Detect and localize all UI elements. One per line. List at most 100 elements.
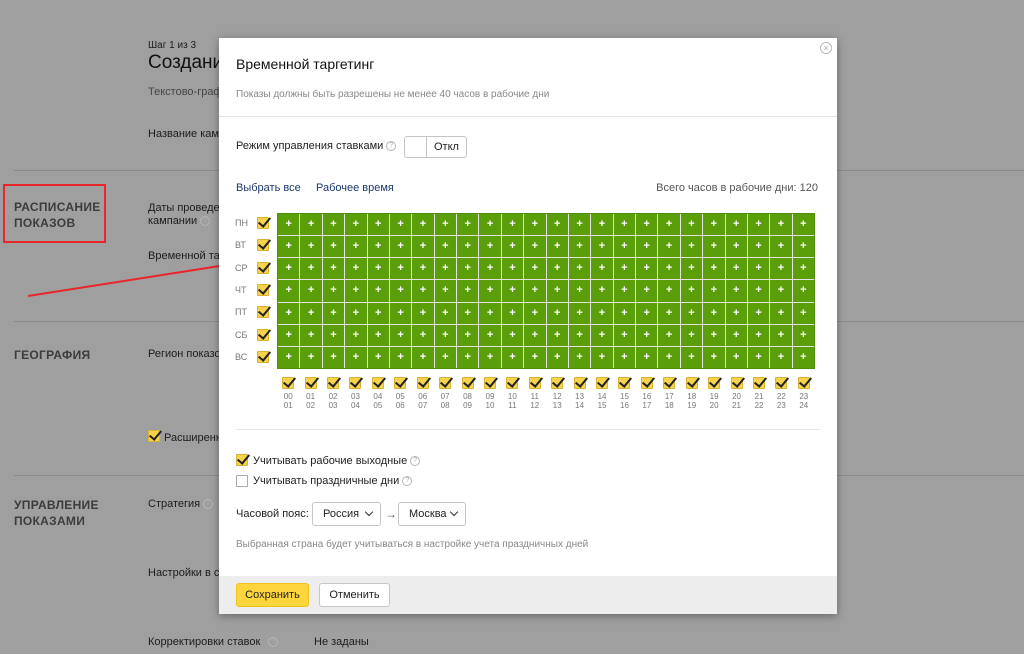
hour-cell[interactable]: + <box>703 346 725 368</box>
hour-cell[interactable]: + <box>613 346 635 368</box>
hour-cell[interactable]: + <box>703 214 725 236</box>
hour-cell[interactable]: + <box>300 280 322 302</box>
hour-cell[interactable]: + <box>636 280 658 302</box>
hour-cell[interactable]: + <box>546 236 568 258</box>
hour-cell[interactable]: + <box>658 214 680 236</box>
hour-checkbox[interactable] <box>618 377 631 389</box>
hour-cell[interactable]: + <box>278 280 300 302</box>
hour-cell[interactable]: + <box>345 214 367 236</box>
hour-cell[interactable]: + <box>412 280 434 302</box>
hour-cell[interactable]: + <box>770 258 792 280</box>
hour-cell[interactable]: + <box>613 258 635 280</box>
consider-workdays-checkbox[interactable] <box>236 454 248 466</box>
hour-checkbox[interactable] <box>775 377 788 389</box>
hour-cell[interactable]: + <box>747 324 770 346</box>
hour-cell[interactable]: + <box>568 258 591 280</box>
hour-cell[interactable]: + <box>479 236 501 258</box>
hour-cell[interactable]: + <box>725 324 747 346</box>
hour-cell[interactable]: + <box>792 258 814 280</box>
day-checkbox[interactable] <box>257 328 269 341</box>
hour-checkbox[interactable] <box>797 377 810 389</box>
day-checkbox[interactable] <box>257 284 269 296</box>
hour-cell[interactable]: + <box>367 236 389 258</box>
hour-cell[interactable]: + <box>792 324 814 346</box>
hour-cell[interactable]: + <box>457 236 479 258</box>
hour-cell[interactable]: + <box>367 280 389 302</box>
hour-cell[interactable]: + <box>747 214 770 236</box>
hour-cell[interactable]: + <box>591 214 613 236</box>
hour-cell[interactable]: + <box>703 236 725 258</box>
hour-cell[interactable]: + <box>367 258 389 280</box>
hour-cell[interactable]: + <box>524 346 546 368</box>
hour-checkbox[interactable] <box>416 377 429 389</box>
hour-checkbox[interactable] <box>304 377 317 389</box>
country-select[interactable]: Россия <box>312 502 381 526</box>
hour-cell[interactable]: + <box>747 302 770 324</box>
hour-cell[interactable]: + <box>501 324 524 346</box>
hour-checkbox[interactable] <box>752 377 765 389</box>
hour-cell[interactable]: + <box>792 236 814 258</box>
hour-cell[interactable]: + <box>636 346 658 368</box>
hour-cell[interactable]: + <box>792 302 814 324</box>
hour-cell[interactable]: + <box>680 236 703 258</box>
hour-cell[interactable]: + <box>636 236 658 258</box>
hour-cell[interactable]: + <box>546 302 568 324</box>
hour-cell[interactable]: + <box>434 236 456 258</box>
hour-cell[interactable]: + <box>546 346 568 368</box>
cancel-button[interactable]: Отменить <box>319 583 390 607</box>
hour-cell[interactable]: + <box>524 258 546 280</box>
work-time-link[interactable]: Рабочее время <box>316 182 394 194</box>
hour-checkbox[interactable] <box>461 377 474 389</box>
hour-cell[interactable]: + <box>345 324 367 346</box>
hour-cell[interactable]: + <box>367 324 389 346</box>
hour-cell[interactable]: + <box>747 258 770 280</box>
hour-cell[interactable]: + <box>300 258 322 280</box>
hour-cell[interactable]: + <box>389 214 412 236</box>
hour-cell[interactable]: + <box>345 302 367 324</box>
hour-cell[interactable]: + <box>613 236 635 258</box>
hour-cell[interactable]: + <box>658 280 680 302</box>
hour-cell[interactable]: + <box>568 302 591 324</box>
hour-cell[interactable]: + <box>524 214 546 236</box>
hour-cell[interactable]: + <box>322 258 345 280</box>
hour-cell[interactable]: + <box>524 302 546 324</box>
hour-cell[interactable]: + <box>770 324 792 346</box>
hour-cell[interactable]: + <box>322 324 345 346</box>
hour-cell[interactable]: + <box>680 280 703 302</box>
day-checkbox[interactable] <box>257 217 269 230</box>
hour-cell[interactable]: + <box>591 346 613 368</box>
hour-cell[interactable]: + <box>680 302 703 324</box>
hour-cell[interactable]: + <box>345 280 367 302</box>
hour-cell[interactable]: + <box>322 346 345 368</box>
hour-cell[interactable]: + <box>524 236 546 258</box>
hour-cell[interactable]: + <box>524 324 546 346</box>
hour-cell[interactable]: + <box>278 214 300 236</box>
hour-cell[interactable]: + <box>345 258 367 280</box>
hour-cell[interactable]: + <box>300 214 322 236</box>
hour-checkbox[interactable] <box>596 377 609 389</box>
hour-cell[interactable]: + <box>546 258 568 280</box>
hour-cell[interactable]: + <box>457 324 479 346</box>
hour-cell[interactable]: + <box>770 214 792 236</box>
hour-cell[interactable]: + <box>792 214 814 236</box>
hour-checkbox[interactable] <box>528 377 541 389</box>
select-all-link[interactable]: Выбрать все <box>236 182 301 194</box>
hour-cell[interactable]: + <box>613 214 635 236</box>
hour-cell[interactable]: + <box>412 214 434 236</box>
hour-cell[interactable]: + <box>345 236 367 258</box>
hour-cell[interactable]: + <box>300 236 322 258</box>
hour-cell[interactable]: + <box>591 302 613 324</box>
hour-checkbox[interactable] <box>573 377 586 389</box>
hour-cell[interactable]: + <box>568 346 591 368</box>
hour-checkbox[interactable] <box>394 377 407 389</box>
day-checkbox[interactable] <box>257 239 269 252</box>
consider-holidays-checkbox[interactable] <box>236 475 248 487</box>
hour-cell[interactable]: + <box>636 302 658 324</box>
hour-cell[interactable]: + <box>434 346 456 368</box>
hour-cell[interactable]: + <box>479 280 501 302</box>
hour-cell[interactable]: + <box>501 214 524 236</box>
hour-cell[interactable]: + <box>278 258 300 280</box>
city-select[interactable]: Москва <box>398 502 466 526</box>
hour-cell[interactable]: + <box>412 346 434 368</box>
hour-cell[interactable]: + <box>792 280 814 302</box>
